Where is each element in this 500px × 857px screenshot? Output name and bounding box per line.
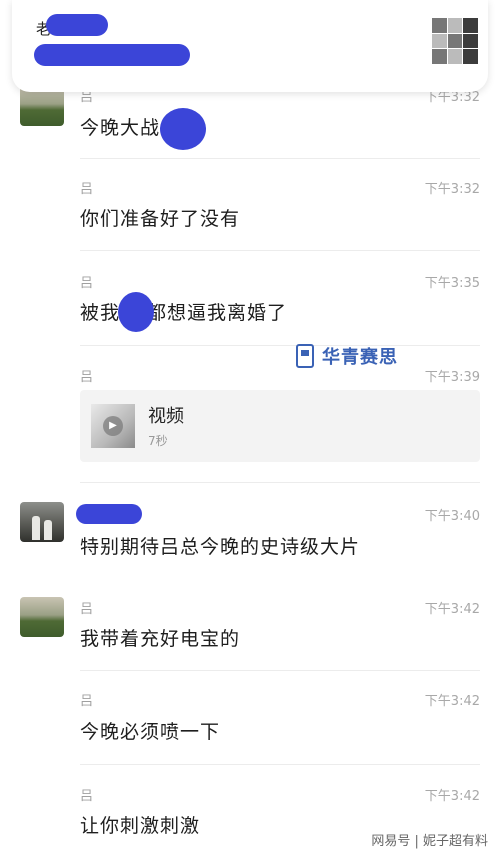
avatar[interactable] <box>20 502 64 542</box>
sender-name: 吕 <box>80 182 94 197</box>
message-text: 特别期待吕总今晚的史诗级大片 <box>80 536 361 558</box>
message-text: 我带着充好电宝的 <box>80 628 241 650</box>
video-thumbnail[interactable]: ▶ <box>91 404 135 448</box>
message-time: 下午3:35 <box>424 276 480 291</box>
message-time: 下午3:39 <box>424 370 480 385</box>
divider <box>80 158 480 159</box>
message-time: 下午3:42 <box>424 694 480 709</box>
watermark: 华青赛思 <box>296 342 398 370</box>
source-watermark: 网易号 | 妮子超有料 <box>371 834 488 849</box>
sender-name: 吕 <box>80 602 94 617</box>
message-text: 今晚必须喷一下 <box>80 721 221 743</box>
play-icon: ▶ <box>103 416 123 436</box>
message-text: 今晚大战 <box>80 117 161 139</box>
video-card[interactable]: ▶ 视频 7秒 <box>80 390 480 462</box>
message-text: 被我 的都想逼我离婚了 <box>80 302 288 324</box>
sender-name: 吕 <box>80 694 94 709</box>
group-avatar-grid[interactable] <box>432 18 478 64</box>
message-time: 下午3:40 <box>424 509 480 524</box>
message-time: 下午3:42 <box>424 789 480 804</box>
redaction-mark <box>160 108 206 150</box>
divider <box>80 345 480 346</box>
watermark-text: 华青赛思 <box>322 347 398 368</box>
video-title: 视频 <box>148 406 184 427</box>
message-text: 你们准备好了没有 <box>80 208 241 230</box>
divider <box>80 482 480 483</box>
chat-header-card[interactable]: 老 <box>12 0 488 92</box>
sender-name: 吕 <box>80 789 94 804</box>
redaction-mark <box>118 292 154 332</box>
redaction-mark <box>46 14 108 36</box>
message-text: 让你刺激刺激 <box>80 815 201 837</box>
sender-name: 吕 <box>80 276 94 291</box>
video-duration: 7秒 <box>148 434 168 448</box>
avatar[interactable] <box>20 86 64 126</box>
message-time: 下午3:32 <box>424 182 480 197</box>
phone-book-icon <box>296 344 314 368</box>
redaction-mark <box>34 44 190 66</box>
divider <box>80 670 480 671</box>
avatar[interactable] <box>20 597 64 637</box>
sender-name: 吕 <box>80 370 94 385</box>
redaction-mark <box>76 504 142 524</box>
message-time: 下午3:42 <box>424 602 480 617</box>
divider <box>80 764 480 765</box>
divider <box>80 250 480 251</box>
